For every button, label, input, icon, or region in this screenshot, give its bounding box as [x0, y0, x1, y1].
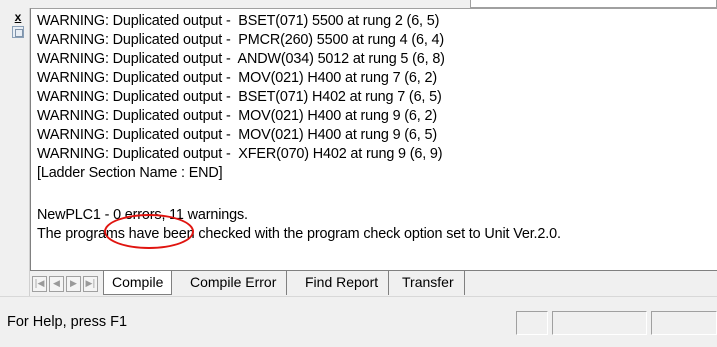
output-line-warning: WARNING: Duplicated output - MOV(021) H4…	[37, 127, 437, 143]
top-strip	[0, 0, 717, 8]
status-bar: For Help, press F1	[0, 296, 717, 347]
tab-find-report[interactable]: Find Report	[295, 271, 390, 295]
output-line-section: [Ladder Section Name : END]	[37, 165, 223, 181]
output-line-warning: WARNING: Duplicated output - BSET(071) H…	[37, 89, 442, 105]
status-pane	[552, 311, 647, 335]
output-line-summary: NewPLC1 - 0 errors, 11 warnings.	[37, 207, 248, 223]
output-line-warning: WARNING: Duplicated output - XFER(070) H…	[37, 146, 443, 162]
output-line-warning: WARNING: Duplicated output - PMCR(260) 5…	[37, 32, 445, 48]
output-line-info: The programs have been checked with the …	[37, 226, 561, 242]
tab-compile[interactable]: Compile	[103, 271, 173, 295]
close-icon[interactable]: x	[11, 11, 25, 24]
top-field	[470, 0, 717, 8]
pin-icon[interactable]	[12, 26, 24, 38]
previous-tab-icon[interactable]: ◀	[49, 276, 64, 292]
status-help-text: For Help, press F1	[7, 314, 128, 330]
output-line-warning: WARNING: Duplicated output - BSET(071) 5…	[37, 13, 440, 29]
status-pane	[651, 311, 717, 335]
tab-transfer[interactable]: Transfer	[392, 271, 465, 295]
last-tab-icon[interactable]: ▶|	[83, 276, 98, 292]
tab-compile-error[interactable]: Compile Error	[180, 271, 288, 295]
next-tab-icon[interactable]: ▶	[66, 276, 81, 292]
output-window-gripper: x	[0, 8, 30, 296]
status-pane	[516, 311, 548, 335]
output-panel[interactable]: WARNING: Duplicated output - BSET(071) 5…	[30, 8, 717, 270]
output-line-warning: WARNING: Duplicated output - ANDW(034) 5…	[37, 51, 445, 67]
output-tab-bar: |◀ ◀ ▶ ▶| Compile Compile Error Find Rep…	[30, 270, 717, 297]
first-tab-icon[interactable]: |◀	[32, 276, 47, 292]
output-line-warning: WARNING: Duplicated output - MOV(021) H4…	[37, 70, 437, 86]
output-line-warning: WARNING: Duplicated output - MOV(021) H4…	[37, 108, 437, 124]
